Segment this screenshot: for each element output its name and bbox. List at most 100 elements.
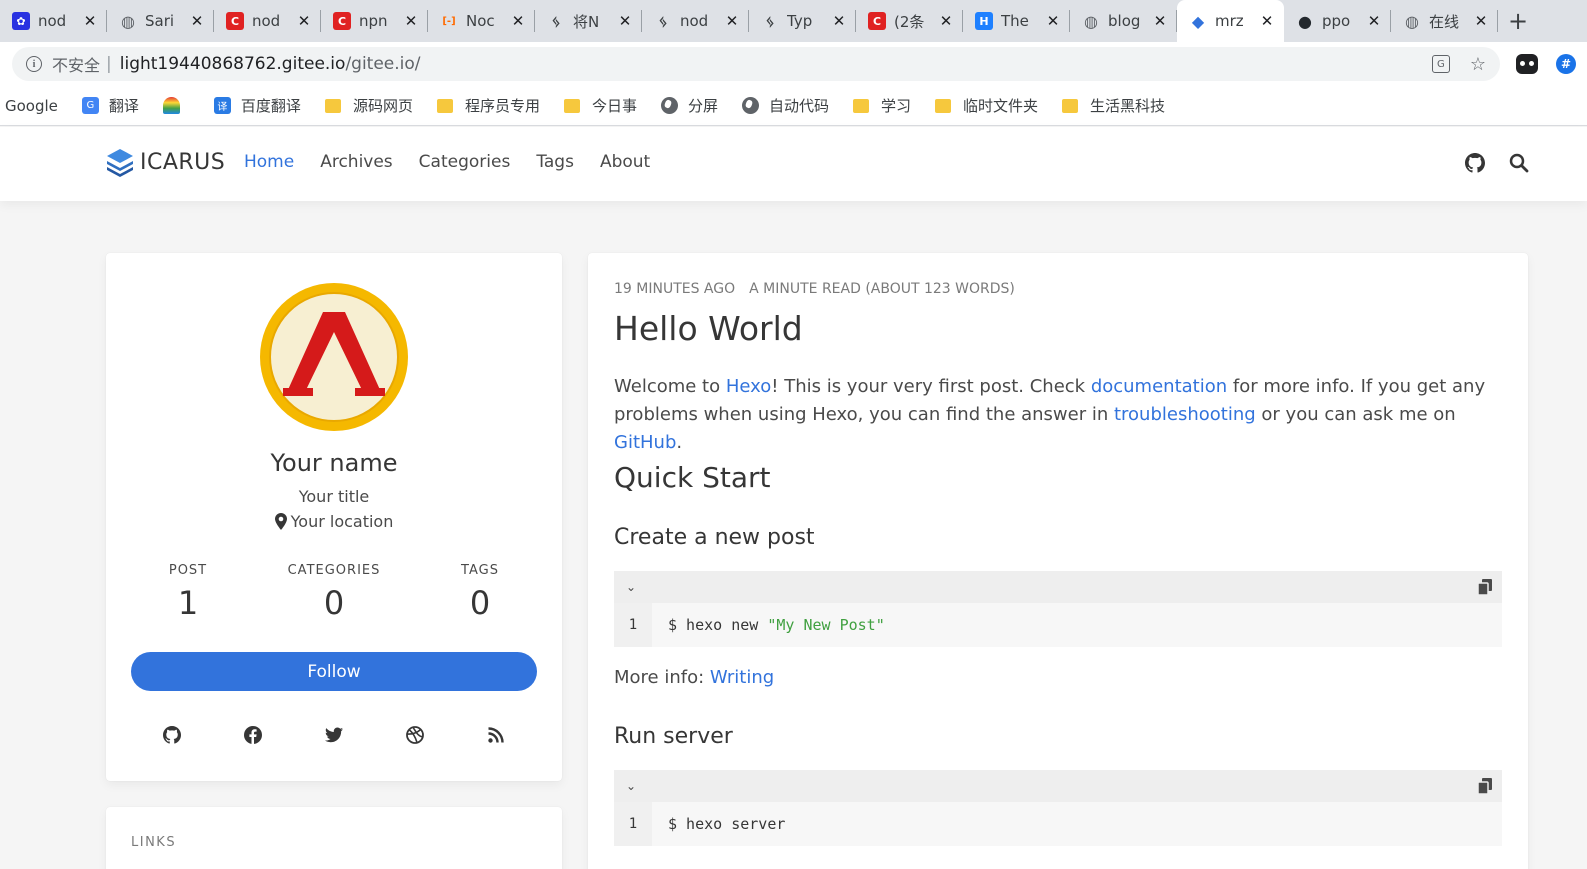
avatar [260, 283, 408, 431]
chevron-down-icon[interactable]: ⌄ [626, 779, 636, 793]
close-icon[interactable]: ✕ [1044, 12, 1062, 30]
csdn-c-icon: C [226, 12, 244, 30]
code-body: 1 $ hexo server [614, 802, 1502, 846]
browser-tab[interactable]: ᛃ Typ ✕ [749, 0, 856, 42]
bookmark-item[interactable]: G 翻译 [81, 95, 139, 116]
close-icon[interactable]: ✕ [188, 12, 206, 30]
globe-icon: ◍ [1084, 11, 1098, 31]
close-icon[interactable]: ✕ [1472, 12, 1490, 30]
bookmark-item[interactable]: 生活黑科技 [1062, 95, 1165, 116]
hexo-link[interactable]: Hexo [726, 376, 771, 397]
close-icon[interactable]: ✕ [1365, 12, 1383, 30]
site-logo[interactable]: ICARUS [106, 147, 225, 177]
copy-icon[interactable] [1478, 579, 1492, 595]
stat-tags[interactable]: TAGS 0 [422, 563, 538, 622]
bookmark-item[interactable]: 源码网页 [324, 95, 413, 116]
close-icon[interactable]: ✕ [937, 12, 955, 30]
writing-link[interactable]: Writing [710, 667, 774, 688]
translate-page-icon[interactable]: G [1431, 55, 1450, 73]
line-number: 1 [614, 802, 652, 846]
yuque-bird-icon: ᛃ [765, 11, 775, 31]
close-icon[interactable]: ✕ [295, 12, 313, 30]
copy-icon[interactable] [1478, 778, 1492, 794]
csdn-c-icon: C [333, 12, 351, 30]
code-body: 1 $ hexo new "My New Post" [614, 603, 1502, 647]
nav-tags[interactable]: Tags [536, 152, 574, 172]
dribbble-icon[interactable] [403, 723, 427, 747]
browser-tab[interactable]: ◍ blog ✕ [1070, 0, 1177, 42]
globe-icon: ◍ [121, 11, 135, 31]
browser-tab-title: The [1001, 12, 1029, 30]
nav-home[interactable]: Home [244, 152, 294, 172]
bookmark-item[interactable]: Google [5, 97, 58, 115]
browser-tab[interactable]: Cnpn ✕ [321, 0, 428, 42]
bookmark-item[interactable]: 学习 [853, 95, 911, 116]
bookmarks-bar: Google G 翻译 译百度翻译 源码网页 程序员专用 今日事 分屏 自动代码 学习 临时文件夹 生… [0, 86, 1587, 126]
address-bar[interactable]: i 不安全 | light19440868762.gitee.io /gitee… [12, 47, 1500, 81]
stat-post[interactable]: POST 1 [130, 563, 246, 622]
close-icon[interactable]: ✕ [616, 12, 634, 30]
troubleshooting-link[interactable]: troubleshooting [1114, 404, 1256, 425]
bookmark-item[interactable]: 自动代码 [742, 95, 829, 116]
rss-icon[interactable] [484, 723, 508, 747]
browser-tab[interactable]: ● ppo ✕ [1284, 0, 1391, 42]
browser-tab[interactable]: ᛃ nod ✕ [642, 0, 749, 42]
rainbow-icon [162, 97, 180, 114]
close-icon[interactable]: ✕ [1151, 12, 1169, 30]
browser-tab[interactable]: ᛃ 将N ✕ [535, 0, 642, 42]
bookmark-item[interactable]: 分屏 [660, 95, 718, 116]
extension-icon-2[interactable]: # [1556, 54, 1576, 74]
browser-tab-title: Sari [145, 12, 175, 30]
bookmark-item[interactable]: 程序员专用 [436, 95, 540, 116]
follow-button[interactable]: Follow [131, 652, 537, 691]
bookmark-item[interactable]: 译百度翻译 [213, 95, 301, 116]
browser-tab-title: 将N [573, 12, 600, 31]
bookmark-item[interactable] [162, 97, 190, 114]
browser-tab[interactable]: Cnod ✕ [214, 0, 321, 42]
code-command: $ hexo server [668, 815, 786, 833]
nav-archives[interactable]: Archives [320, 152, 392, 172]
browser-tab[interactable]: C (2条 ✕ [856, 0, 963, 42]
github-icon[interactable] [160, 723, 184, 747]
github-icon[interactable] [1465, 153, 1485, 173]
browser-tab[interactable]: ✿ nod ✕ [0, 0, 107, 42]
browser-tab[interactable]: ◍ Sari ✕ [107, 0, 214, 42]
browser-tab[interactable]: ◍ 在线 ✕ [1391, 0, 1498, 42]
search-icon[interactable] [1509, 153, 1529, 173]
profile-name: Your name [270, 449, 398, 477]
post-title[interactable]: Hello World [614, 309, 803, 348]
close-icon[interactable]: ✕ [1258, 12, 1276, 30]
close-icon[interactable]: ✕ [830, 12, 848, 30]
extension-icon[interactable] [1516, 54, 1538, 74]
browser-tab[interactable]: ◆ mrz ✕ [1177, 0, 1284, 42]
info-icon[interactable]: i [26, 56, 42, 72]
bookmark-item[interactable]: 今日事 [563, 95, 637, 116]
nav-about[interactable]: About [600, 152, 650, 172]
post-read-time: A MINUTE READ (ABOUT 123 WORDS) [749, 281, 1015, 297]
heading-quick-start: Quick Start [614, 461, 771, 494]
stat-categories[interactable]: CATEGORIES 0 [276, 563, 392, 622]
documentation-link[interactable]: documentation [1091, 376, 1227, 397]
facebook-icon[interactable] [241, 723, 265, 747]
more-info-label: More info: [614, 667, 710, 688]
social-links [131, 723, 537, 747]
nav-categories[interactable]: Categories [419, 152, 511, 172]
close-icon[interactable]: ✕ [402, 12, 420, 30]
close-icon[interactable]: ✕ [723, 12, 741, 30]
bookmark-item[interactable]: 临时文件夹 [935, 95, 1038, 116]
bookmark-star-icon[interactable]: ☆ [1470, 54, 1486, 75]
map-marker-icon [274, 513, 287, 530]
new-tab-plus-icon[interactable]: + [1498, 0, 1538, 42]
brand-name: ICARUS [140, 149, 226, 175]
close-icon[interactable]: ✕ [509, 12, 527, 30]
chevron-down-icon[interactable]: ⌄ [626, 580, 636, 594]
github-link[interactable]: GitHub [614, 432, 676, 453]
baidu-translate-icon: 译 [213, 97, 231, 114]
globe-icon: ◍ [1405, 11, 1419, 31]
layers-icon: ◆ [1191, 11, 1205, 31]
twitter-icon[interactable] [322, 723, 346, 747]
browser-tab[interactable]: H The ✕ [963, 0, 1070, 42]
browser-tab[interactable]: [-] Noc ✕ [428, 0, 535, 42]
close-icon[interactable]: ✕ [81, 12, 99, 30]
yuque-bird-icon: ᛃ [551, 11, 561, 31]
